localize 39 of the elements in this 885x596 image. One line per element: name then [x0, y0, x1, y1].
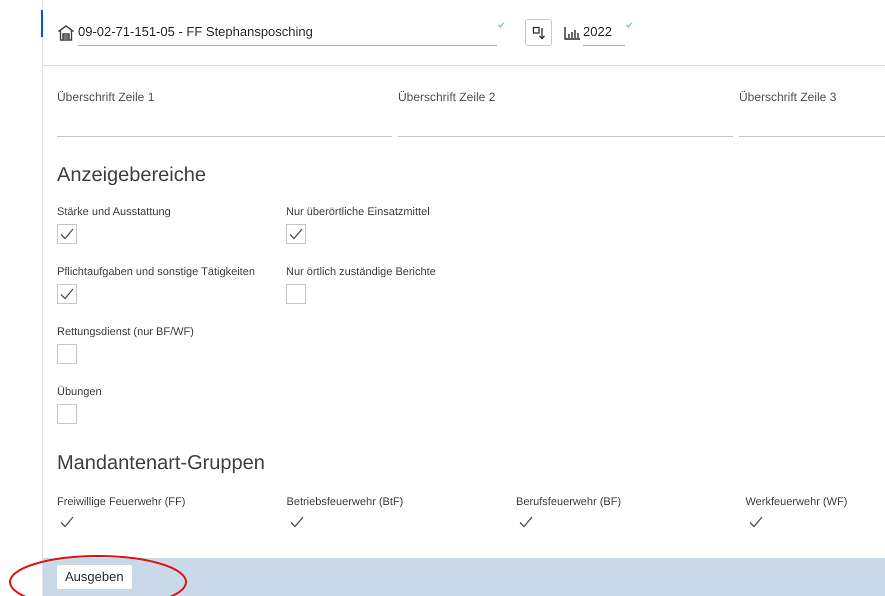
option-label: Nur örtlich zuständige Berichte: [286, 265, 437, 279]
check-icon: [290, 516, 304, 528]
checkbox[interactable]: [286, 224, 306, 244]
checkbox[interactable]: [290, 514, 306, 530]
checkbox[interactable]: [57, 344, 77, 364]
checkbox[interactable]: [57, 284, 77, 304]
option-label: Nur überörtliche Einsatzmittel: [286, 205, 431, 219]
checkbox[interactable]: [519, 514, 535, 530]
checkbox[interactable]: [57, 404, 77, 424]
year-field[interactable]: 2022: [583, 20, 625, 46]
option-label: Rettungsdienst (nur BF/WF): [57, 325, 195, 339]
option-label: Werkfeuerwehr (WF): [746, 495, 848, 509]
output-button[interactable]: Ausgeben: [57, 565, 132, 589]
check-icon: [289, 228, 303, 240]
section-title: Mandantenart-Gruppen: [56, 451, 266, 476]
check-icon: [60, 228, 74, 240]
option-label: Betriebsfeuerwehr (BtF): [286, 495, 404, 509]
check-icon: [748, 516, 762, 528]
checkbox[interactable]: [748, 514, 764, 530]
check-icon: [60, 288, 74, 300]
option-label: Übungen: [57, 384, 103, 399]
sort-down-icon: [532, 26, 546, 40]
house-icon: [57, 24, 75, 42]
checkbox[interactable]: [286, 284, 306, 304]
heading-label: Überschrift Zeile 2: [398, 89, 496, 106]
check-icon: [519, 516, 533, 528]
option-label: Pflichtaufgaben und sonstige Tätigkeiten: [57, 265, 256, 279]
heading-label: Überschrift Zeile 1: [57, 89, 156, 106]
organisation-field[interactable]: 09-02-71-151-05 - FF Stephansposching: [78, 20, 497, 46]
sort-down-button[interactable]: [525, 19, 552, 46]
bar-chart-icon: [564, 26, 581, 40]
heading-label: Überschrift Zeile 3: [739, 89, 838, 106]
check-icon: [60, 516, 74, 528]
option-label: Stärke und Ausstattung: [57, 205, 172, 219]
section-title: Anzeigebereiche: [56, 163, 207, 188]
option-label: Freiwillige Feuerwehr (FF): [57, 495, 186, 509]
checkbox[interactable]: [57, 224, 77, 244]
checkbox[interactable]: [60, 514, 76, 530]
option-label: Berufsfeuerwehr (BF): [516, 495, 622, 509]
